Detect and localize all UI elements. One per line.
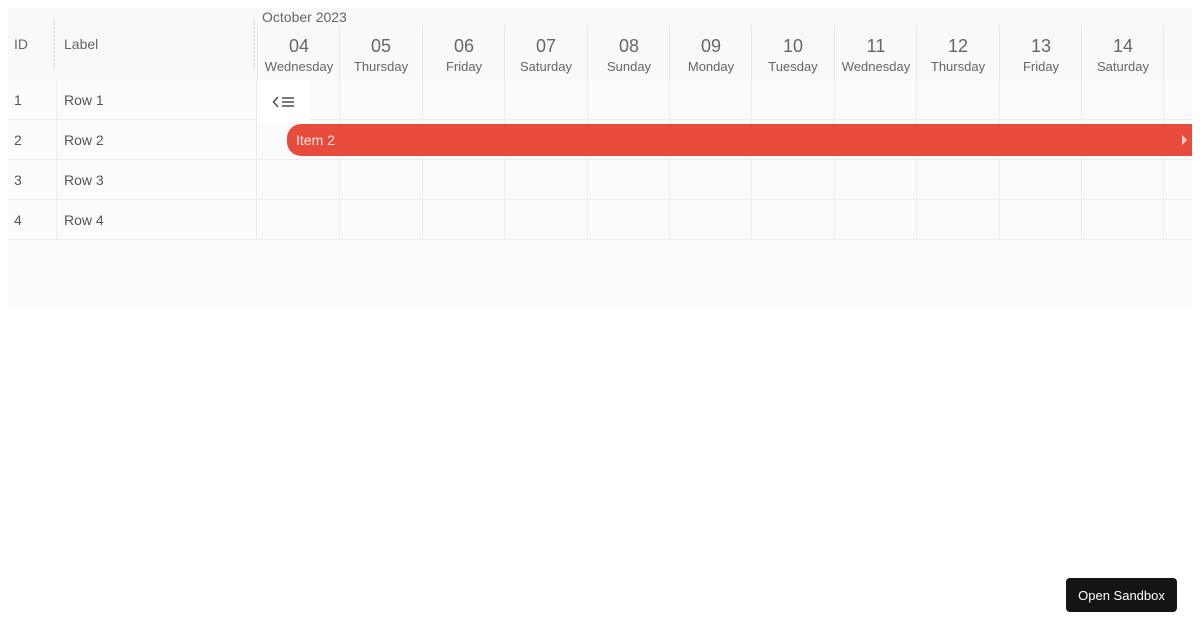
row-label: Row 3 [58, 160, 257, 199]
grid-line [587, 80, 588, 119]
grid-line [999, 200, 1000, 239]
day-number: 06 [453, 36, 475, 56]
day-name: Saturday [519, 59, 573, 74]
grid-line [504, 200, 505, 239]
day-name: Tuesday [768, 59, 818, 74]
day-header: 07 Saturday [504, 25, 587, 80]
day-number: 09 [700, 36, 722, 56]
day-header: 14 Saturday [1081, 25, 1164, 80]
collapse-list-button[interactable] [257, 80, 310, 123]
day-name: Friday [1022, 59, 1060, 74]
gantt-chart: ID Label October 2023 04 Wednesday 05 Thur… [8, 8, 1192, 308]
grid-line [504, 80, 505, 119]
day-name: Wednesday [264, 59, 334, 74]
day-header: 04 Wednesday [257, 25, 340, 80]
day-name: Thursday [353, 59, 409, 74]
day-header: 11 Wednesday [834, 25, 917, 80]
list-resize-handle[interactable] [253, 20, 255, 68]
grid-line [1163, 160, 1164, 199]
row-id: 3 [8, 160, 57, 199]
day-header: 08 Sunday [587, 25, 670, 80]
day-header: 05 Thursday [339, 25, 422, 80]
day-name: S [1164, 36, 1192, 51]
day-name: Sunday [606, 59, 652, 74]
grid-line [916, 160, 917, 199]
collapse-list-icon [271, 95, 294, 108]
grid-line [834, 80, 835, 119]
day-header: 06 Friday [422, 25, 505, 80]
grid-line [751, 160, 752, 199]
grid-line [339, 200, 340, 239]
grid-line [422, 200, 423, 239]
table-row[interactable]: 1 Row 1 [8, 80, 1192, 120]
day-header: 10 Tuesday [751, 25, 834, 80]
grid-line [916, 80, 917, 119]
table-row[interactable]: 4 Row 4 [8, 200, 1192, 240]
day-number: 08 [618, 36, 640, 56]
gantt-item-label: Item 2 [296, 132, 335, 148]
grid-line [834, 160, 835, 199]
grid-line [751, 200, 752, 239]
day-header: 13 Friday [999, 25, 1082, 80]
grid-line [422, 80, 423, 119]
day-number: 14 [1112, 36, 1134, 56]
day-number: 12 [947, 36, 969, 56]
grid-line [1081, 160, 1082, 199]
day-number: 04 [288, 36, 310, 56]
grid-line [669, 200, 670, 239]
row-label: Row 4 [58, 200, 257, 239]
column-header-label[interactable]: Label [64, 8, 254, 80]
grid-line [1081, 200, 1082, 239]
gantt-item-bar[interactable]: Item 2 [287, 124, 1192, 156]
grid-line [751, 80, 752, 119]
grid-line [1163, 200, 1164, 239]
grid-line [1081, 80, 1082, 119]
grid-line [504, 160, 505, 199]
grid-line [916, 200, 917, 239]
grid-line [587, 200, 588, 239]
day-header: S [1163, 25, 1192, 80]
day-name: Monday [687, 59, 735, 74]
row-label: Row 2 [58, 120, 257, 159]
column-resize-handle[interactable] [53, 20, 55, 68]
grid-line [339, 160, 340, 199]
grid-line [339, 80, 340, 119]
table-row[interactable]: 3 Row 3 [8, 160, 1192, 200]
grid-line [999, 160, 1000, 199]
day-header: 09 Monday [669, 25, 752, 80]
grid-line [422, 160, 423, 199]
grid-line [669, 80, 670, 119]
day-number: 07 [535, 36, 557, 56]
day-header: 12 Thursday [916, 25, 999, 80]
month-label: October 2023 [262, 9, 347, 25]
gantt-header: ID Label October 2023 04 Wednesday 05 Thur… [8, 8, 1192, 80]
grid-line [1163, 80, 1164, 119]
day-name: Friday [445, 59, 483, 74]
day-number: 13 [1030, 36, 1052, 56]
grid-line [669, 160, 670, 199]
day-name: Wednesday [841, 59, 911, 74]
row-label: Row 1 [58, 80, 257, 119]
day-number: 05 [370, 36, 392, 56]
day-name: Saturday [1096, 59, 1150, 74]
grid-line [834, 200, 835, 239]
row-id: 4 [8, 200, 57, 239]
day-number: 11 [866, 36, 886, 56]
grid-line [999, 80, 1000, 119]
row-id: 2 [8, 120, 57, 159]
grid-line [587, 160, 588, 199]
open-sandbox-button[interactable]: Open Sandbox [1066, 578, 1177, 612]
day-number: 10 [782, 36, 804, 56]
column-header-id[interactable]: ID [14, 8, 58, 80]
bar-continues-icon [1182, 135, 1187, 145]
row-id: 1 [8, 80, 57, 119]
day-name: Thursday [930, 59, 986, 74]
